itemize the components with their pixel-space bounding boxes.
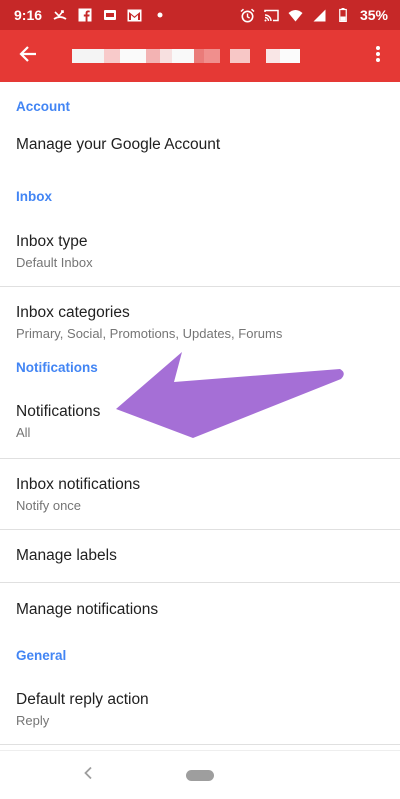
status-bar: 9:16 35% bbox=[0, 0, 400, 30]
app-bar bbox=[0, 30, 400, 82]
section-header-account: Account bbox=[16, 99, 70, 114]
wifi-icon bbox=[288, 8, 303, 23]
overflow-menu-button[interactable] bbox=[356, 30, 400, 82]
item-title: Default reply action bbox=[16, 690, 149, 708]
status-right: 35% bbox=[240, 7, 388, 23]
item-title: Inbox categories bbox=[16, 304, 130, 321]
item-subtitle: Reply bbox=[16, 712, 50, 728]
manage-labels-item[interactable]: Manage labels bbox=[0, 530, 400, 583]
item-subtitle: Primary, Social, Promotions, Updates, Fo… bbox=[16, 326, 283, 341]
inbox-type-item[interactable]: Inbox type Default Inbox bbox=[0, 216, 400, 287]
missed-call-icon bbox=[52, 8, 67, 23]
item-title: Notifications bbox=[16, 402, 101, 420]
status-left: 9:16 bbox=[14, 7, 167, 23]
dot-icon bbox=[152, 8, 167, 23]
back-button[interactable] bbox=[0, 30, 56, 82]
section-header-general: General bbox=[16, 648, 67, 663]
more-vert-icon bbox=[375, 45, 381, 68]
chevron-left-icon bbox=[83, 766, 93, 785]
item-subtitle: All bbox=[16, 424, 31, 440]
manage-google-account-item[interactable]: Manage your Google Account bbox=[0, 118, 400, 171]
default-reply-action-item[interactable]: Default reply action Reply bbox=[0, 674, 400, 745]
section-header-inbox: Inbox bbox=[16, 189, 52, 204]
signal-icon bbox=[312, 8, 327, 23]
nav-back-button[interactable] bbox=[78, 763, 98, 787]
item-title: Manage your Google Account bbox=[16, 135, 221, 153]
item-title: Manage notifications bbox=[16, 600, 159, 618]
section-header-notifications: Notifications bbox=[16, 360, 98, 375]
item-subtitle: Default Inbox bbox=[16, 254, 93, 270]
redacted-account-title bbox=[72, 30, 300, 82]
phone-screen: 9:16 35% Account Manage your Google Acco… bbox=[0, 0, 400, 799]
notifications-item[interactable]: Notifications All bbox=[0, 384, 400, 459]
item-title: Inbox notifications bbox=[16, 475, 141, 493]
battery-percent: 35% bbox=[359, 7, 388, 23]
settings-list: Account Manage your Google Account Inbox… bbox=[0, 82, 400, 745]
item-subtitle: Notify once bbox=[16, 497, 82, 513]
item-title: Manage labels bbox=[16, 547, 117, 564]
gmail-icon bbox=[127, 8, 142, 23]
sim-card-icon bbox=[102, 8, 117, 23]
inbox-categories-item[interactable]: Inbox categories Primary, Social, Promot… bbox=[0, 287, 400, 358]
alarm-icon bbox=[240, 8, 255, 23]
cast-icon bbox=[264, 8, 279, 23]
arrow-back-icon bbox=[19, 45, 37, 68]
item-title: Inbox type bbox=[16, 232, 88, 250]
manage-notifications-item[interactable]: Manage notifications bbox=[0, 583, 400, 636]
home-pill-button[interactable] bbox=[186, 770, 214, 781]
system-nav-bar bbox=[0, 750, 400, 799]
status-time: 9:16 bbox=[14, 7, 43, 23]
facebook-icon bbox=[77, 8, 92, 23]
battery-icon bbox=[336, 8, 351, 23]
inbox-notifications-item[interactable]: Inbox notifications Notify once bbox=[0, 459, 400, 530]
